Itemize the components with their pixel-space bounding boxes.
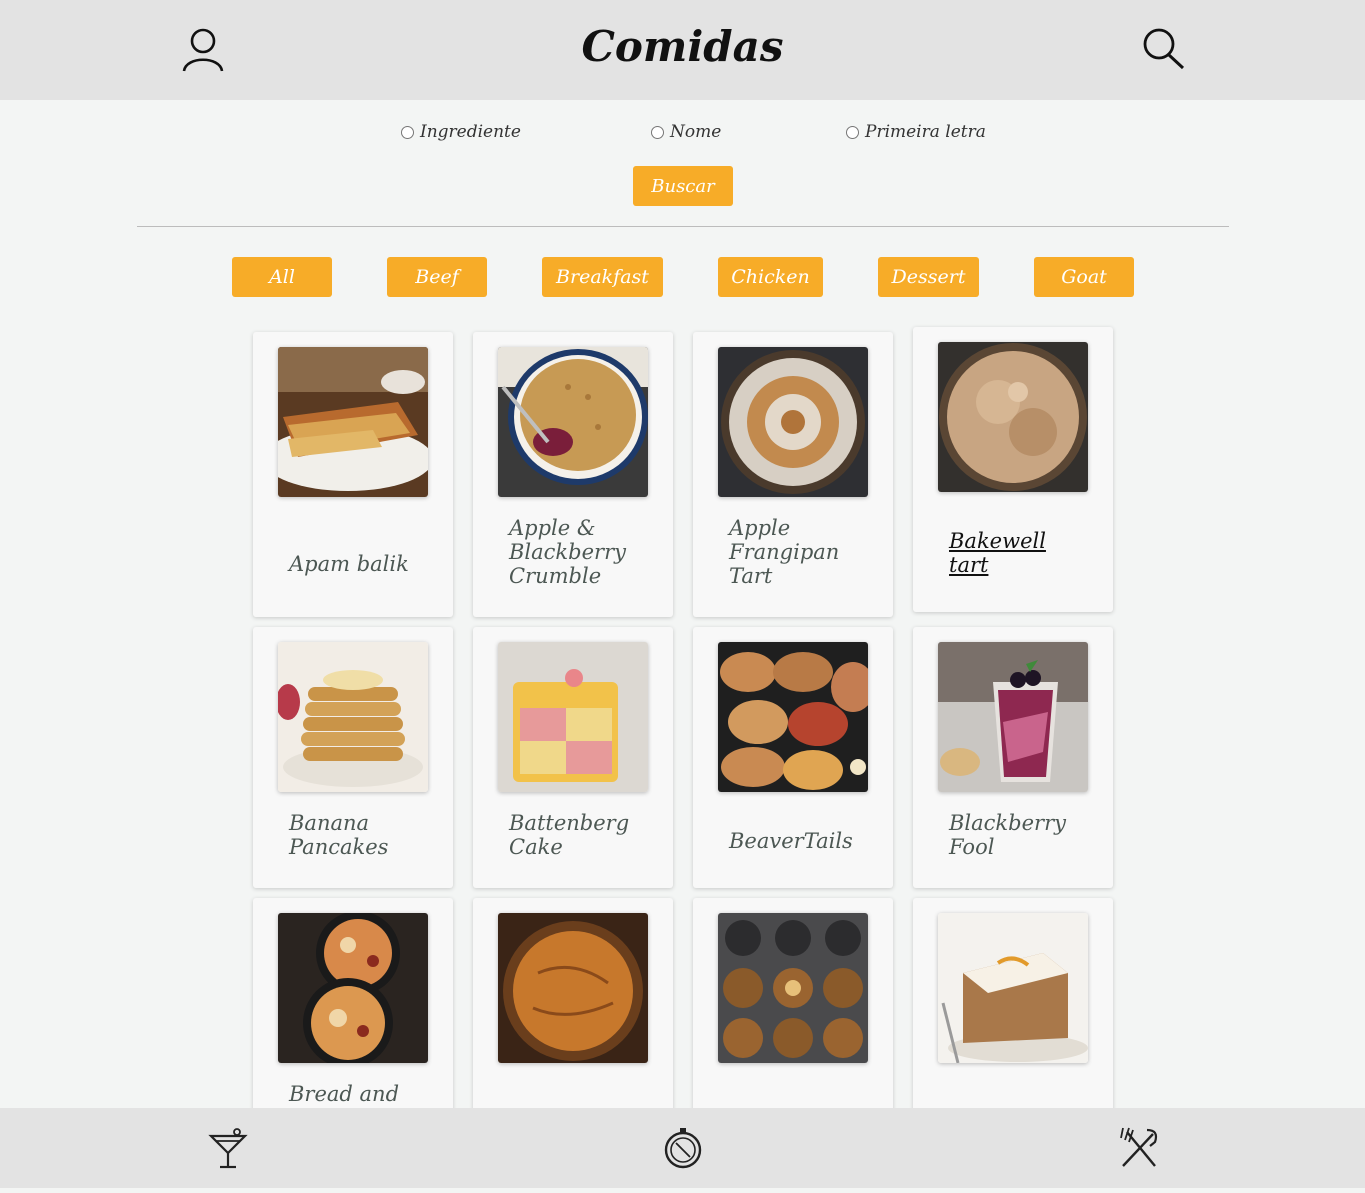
recipe-card[interactable]: Apple & Blackberry Crumble — [473, 332, 673, 617]
recipe-card[interactable]: BeaverTails — [693, 627, 893, 888]
radio-primeira-letra[interactable]: Primeira letra — [846, 122, 986, 142]
recipe-card[interactable] — [913, 898, 1113, 1128]
recipe-card[interactable]: Apam balik — [253, 332, 453, 617]
radio-nome-input[interactable] — [651, 125, 664, 139]
recipe-image — [718, 347, 868, 497]
recipe-image — [938, 642, 1088, 792]
recipe-name: Blackberry Fool — [949, 811, 1066, 859]
drinks-icon[interactable] — [206, 1126, 250, 1170]
bottom-nav — [0, 1108, 1365, 1188]
recipe-card[interactable]: Battenberg Cake — [473, 627, 673, 888]
recipe-card[interactable]: Apple Frangipan Tart — [693, 332, 893, 617]
divider — [137, 226, 1229, 227]
recipe-name: Banana Pancakes — [289, 811, 389, 859]
radio-ingrediente-input[interactable] — [401, 125, 414, 139]
recipe-name: BeaverTails — [729, 829, 853, 853]
recipe-name: Apple Frangipan Tart — [729, 516, 840, 588]
recipe-image — [498, 642, 648, 792]
radio-primeira-letra-label: Primeira letra — [865, 122, 986, 142]
radio-nome[interactable]: Nome — [651, 122, 721, 142]
recipe-name-link[interactable]: Bakewell tart — [949, 529, 1083, 577]
search-type-options: Ingrediente Nome Primeira letra — [0, 122, 1365, 146]
meals-icon[interactable] — [1117, 1126, 1161, 1170]
recipe-name: Bread and — [289, 1082, 400, 1106]
recipe-image — [938, 913, 1088, 1063]
buscar-button[interactable]: Buscar — [633, 166, 733, 206]
radio-ingrediente-label: Ingrediente — [420, 122, 521, 142]
recipe-image — [498, 347, 648, 497]
recipe-image — [278, 642, 428, 792]
recipe-image — [498, 913, 648, 1063]
category-breakfast-button[interactable]: Breakfast — [542, 257, 663, 297]
category-all-button[interactable]: All — [232, 257, 332, 297]
recipe-image — [718, 913, 868, 1063]
recipe-card[interactable]: Blackberry Fool — [913, 627, 1113, 888]
recipe-name: Apam balik — [289, 552, 409, 576]
recipe-card[interactable]: Bread and — [253, 898, 453, 1128]
recipe-image — [278, 913, 428, 1063]
category-goat-button[interactable]: Goat — [1034, 257, 1134, 297]
recipe-image — [278, 347, 428, 497]
category-beef-button[interactable]: Beef — [387, 257, 487, 297]
radio-nome-label: Nome — [670, 122, 722, 142]
recipe-name: Battenberg Cake — [509, 811, 630, 859]
top-header: Comidas — [0, 0, 1365, 100]
recipe-card[interactable] — [693, 898, 893, 1128]
recipe-name: Apple & Blackberry Crumble — [509, 516, 626, 588]
recipe-card[interactable] — [473, 898, 673, 1128]
radio-primeira-letra-input[interactable] — [846, 125, 859, 139]
radio-ingrediente[interactable]: Ingrediente — [401, 122, 521, 142]
search-icon[interactable] — [1140, 26, 1186, 72]
category-dessert-button[interactable]: Dessert — [878, 257, 979, 297]
recipe-card[interactable]: Bakewell tart — [913, 327, 1113, 612]
explore-icon[interactable] — [661, 1126, 705, 1170]
category-chicken-button[interactable]: Chicken — [718, 257, 823, 297]
recipe-image — [718, 642, 868, 792]
recipe-card[interactable]: Banana Pancakes — [253, 627, 453, 888]
recipe-image — [938, 342, 1088, 492]
